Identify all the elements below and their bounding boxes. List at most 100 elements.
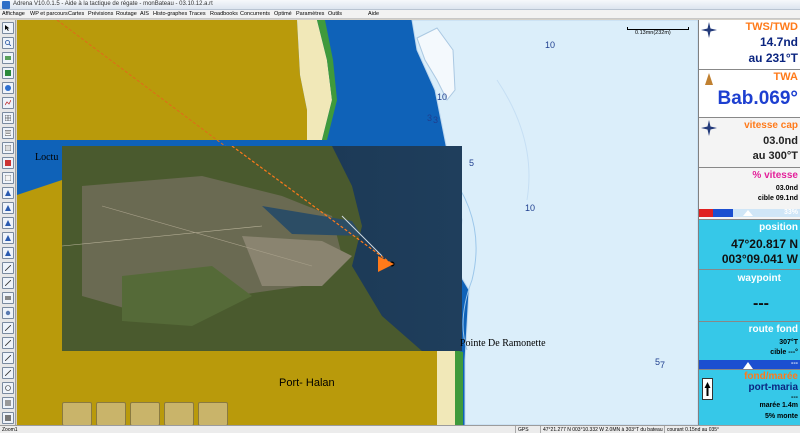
- compass-rose-icon: [701, 22, 717, 38]
- compass-icon[interactable]: [2, 142, 14, 154]
- panel-position[interactable]: position 47°20.817 N 003°09.041 W: [699, 220, 800, 270]
- arrow-cursor-icon[interactable]: [2, 22, 14, 34]
- menu-wp-parcours[interactable]: WP et parcours: [30, 11, 68, 17]
- anchor-icon[interactable]: [2, 367, 14, 379]
- compass-rose-icon: [701, 120, 717, 136]
- pct-vitesse-marker-icon: [743, 210, 753, 216]
- route-fond-marker-icon: [743, 362, 753, 369]
- menu-ais[interactable]: AIS: [140, 11, 149, 17]
- menu-histo-graphes[interactable]: Histo-graphes: [153, 11, 187, 17]
- fond-maree-height: marée 1.4m: [759, 402, 798, 409]
- menu-outils[interactable]: Outils: [328, 11, 342, 17]
- fond-maree-dash: ---: [791, 394, 798, 401]
- settings-icon[interactable]: [2, 307, 14, 319]
- keyboard-icon[interactable]: [130, 402, 160, 425]
- fond-maree-trend: 5% monte: [764, 413, 798, 420]
- scale-label: 0.13mn(232m): [635, 30, 671, 36]
- waypoint-value: ---: [753, 295, 769, 312]
- clock-icon[interactable]: [2, 382, 14, 394]
- jib-icon[interactable]: [164, 402, 194, 425]
- route-fond-bar: ---: [699, 360, 800, 369]
- info-icon[interactable]: [2, 337, 14, 349]
- wind-icon[interactable]: [2, 157, 14, 169]
- panel-vitesse-cap[interactable]: vitesse cap 03.0nd au 300°T: [699, 118, 800, 168]
- tide-icon[interactable]: [2, 217, 14, 229]
- depth-sounding: 5: [469, 158, 475, 168]
- menu-previsions[interactable]: Prévisions: [88, 11, 113, 17]
- twd-direction: au 231°T: [748, 51, 799, 65]
- print-icon[interactable]: [2, 292, 14, 304]
- nautical-chart[interactable]: Loctu Pointe De Ramonette Port- Halan 10…: [17, 20, 698, 425]
- route-fond-dash: ---: [791, 360, 798, 367]
- fond-maree-label: fond/marée: [744, 371, 798, 382]
- menu-bar: Affichage WP et parcours Cartes Prévisio…: [0, 10, 800, 19]
- title-bar: Adrena V10.0.1.5 - Aide à la tactique de…: [0, 0, 800, 10]
- pct-vitesse-bar: 33%: [699, 209, 800, 217]
- tws-label: TWS/TWD: [745, 21, 798, 33]
- measure-icon[interactable]: [2, 262, 14, 274]
- flag-icon[interactable]: [2, 352, 14, 364]
- menu-roadbooks[interactable]: Roadbooks: [210, 11, 238, 17]
- log-icon[interactable]: [2, 397, 14, 409]
- boat-sail-icon: [705, 73, 713, 85]
- vitesse-cap-label: vitesse cap: [744, 120, 798, 131]
- panel-route-fond[interactable]: route fond 307°T cible ---° ---: [699, 322, 800, 370]
- place-pointe-de-ramonette: Pointe De Ramonette: [460, 338, 546, 349]
- tws-speed: 14.7nd: [759, 35, 798, 49]
- menu-optime[interactable]: Optimé: [274, 11, 292, 17]
- track-icon[interactable]: [2, 187, 14, 199]
- route-icon[interactable]: [2, 97, 14, 109]
- spinnaker-icon[interactable]: [198, 402, 228, 425]
- menu-aide[interactable]: Aide: [368, 11, 379, 17]
- depth-sounding: 10: [545, 40, 556, 50]
- sail-config-icon[interactable]: [62, 402, 92, 425]
- tack-icon[interactable]: [96, 402, 126, 425]
- vitesse-cap-speed: 03.0nd: [763, 135, 798, 147]
- menu-affichage[interactable]: Affichage: [2, 11, 25, 17]
- scale-bar: 0.13mn(232m): [627, 24, 689, 36]
- waypoint-label: waypoint: [737, 273, 781, 284]
- exit-icon[interactable]: [2, 412, 14, 424]
- menu-concurrents[interactable]: Concurrents: [240, 11, 270, 17]
- position-lat: 47°20.817 N: [731, 237, 798, 251]
- layers-icon[interactable]: [2, 127, 14, 139]
- menu-traces[interactable]: Traces: [189, 11, 206, 17]
- depth-sounding: 3: [427, 113, 433, 123]
- place-port-halan: Port- Halan: [279, 377, 335, 389]
- pct-vitesse-target: cible 09.1nd: [757, 195, 798, 202]
- menu-cartes[interactable]: Cartes: [68, 11, 84, 17]
- left-toolbar: [0, 20, 16, 425]
- route-fond-label: route fond: [748, 324, 798, 335]
- aerial-photo-overlay: [62, 146, 462, 351]
- polar-icon[interactable]: [2, 202, 14, 214]
- depth-sounding: 10: [437, 92, 448, 102]
- help-icon[interactable]: [2, 322, 14, 334]
- panel-fond-maree[interactable]: fond/marée port-maria --- marée 1.4m 5% …: [699, 370, 800, 425]
- panel-tws[interactable]: TWS/TWD 14.7nd au 231°T: [699, 20, 800, 70]
- chart-icon[interactable]: [2, 67, 14, 79]
- status-gps: GPS: [518, 427, 529, 433]
- pct-vitesse-label: % vitesse: [752, 170, 798, 181]
- boat-icon[interactable]: [2, 172, 14, 184]
- globe-icon[interactable]: [2, 82, 14, 94]
- vitesse-cap-heading: au 300°T: [752, 150, 798, 162]
- panel-twa[interactable]: TWA Bab.069°: [699, 70, 800, 118]
- menu-routage[interactable]: Routage: [116, 11, 137, 17]
- window-title: Adrena V10.0.1.5 - Aide à la tactique de…: [13, 1, 213, 7]
- zoom-icon[interactable]: [2, 37, 14, 49]
- grib-icon[interactable]: [2, 247, 14, 259]
- camera-icon[interactable]: [2, 277, 14, 289]
- waypoint-icon[interactable]: [2, 52, 14, 64]
- pct-vitesse-speed: 03.0nd: [775, 185, 798, 192]
- panel-pct-vitesse[interactable]: % vitesse 03.0nd cible 09.1nd 33%: [699, 168, 800, 220]
- twa-label: TWA: [773, 71, 798, 83]
- menu-parametres[interactable]: Paramètres: [296, 11, 324, 17]
- position-lon: 003°09.041 W: [721, 252, 798, 266]
- app-icon: [2, 1, 10, 9]
- status-separator: [515, 426, 516, 433]
- grid-icon[interactable]: [2, 112, 14, 124]
- panel-waypoint[interactable]: waypoint ---: [699, 270, 800, 322]
- depth-sounding: 7: [660, 360, 666, 370]
- status-position-info: 47°21.277 N 003°10.332 W 2.0MN à 303°T d…: [543, 427, 663, 433]
- ais-icon[interactable]: [2, 232, 14, 244]
